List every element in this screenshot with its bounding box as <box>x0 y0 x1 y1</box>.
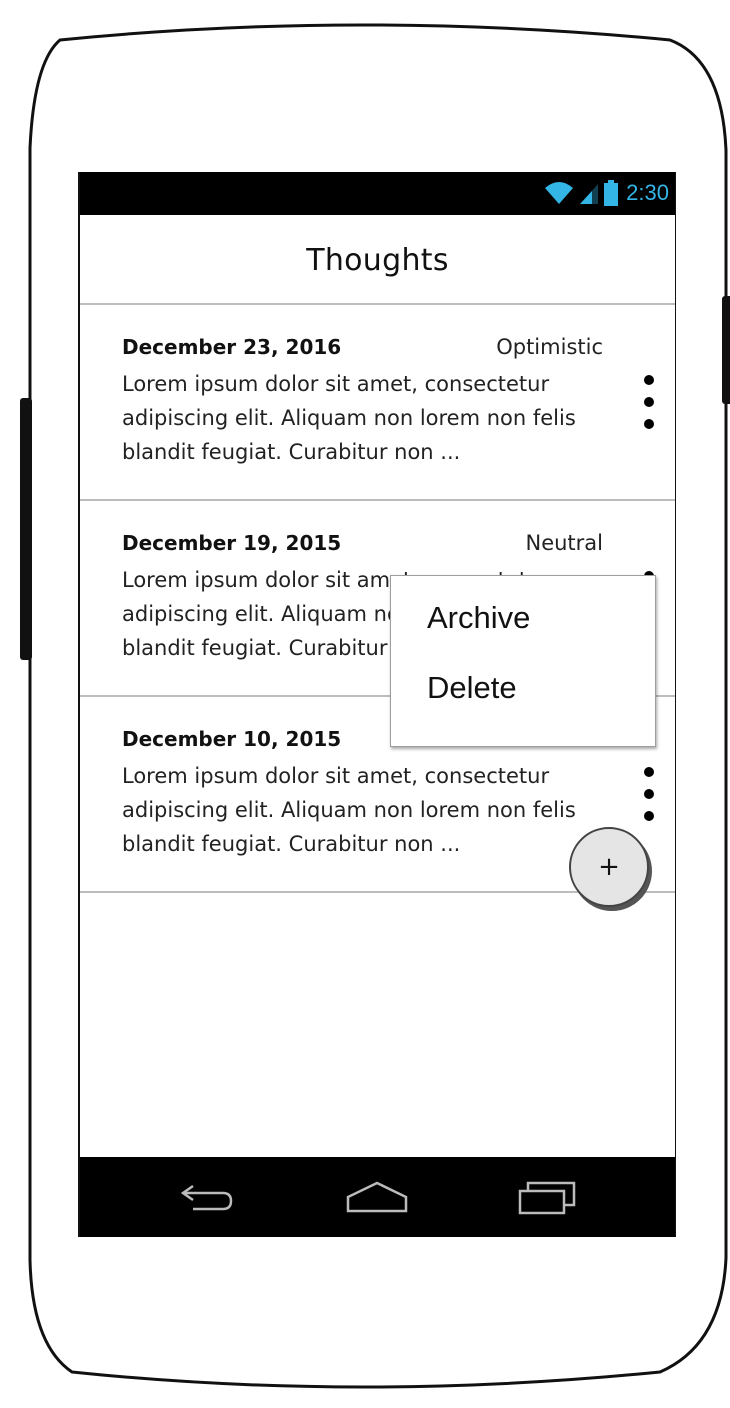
page-title: Thoughts <box>306 243 449 278</box>
power-button <box>722 296 730 404</box>
home-button[interactable] <box>342 1175 412 1219</box>
signal-icon <box>580 184 599 204</box>
entry-preview: Lorem ipsum dolor sit amet, consectetur … <box>122 372 576 464</box>
back-icon <box>180 1184 233 1211</box>
status-time: 2:30 <box>626 180 669 205</box>
list-item[interactable]: December 23, 2016 Optimistic Lorem ipsum… <box>80 305 675 501</box>
add-thought-button[interactable]: + <box>569 827 649 907</box>
phone-screen: 2:30 Thoughts December 23, 2016 Optimist… <box>78 172 676 1237</box>
entry-context-menu: Archive Delete <box>390 575 656 747</box>
volume-button <box>20 398 32 660</box>
entry-date: December 19, 2015 <box>122 531 342 555</box>
battery-icon <box>604 180 619 206</box>
recents-icon <box>518 1181 576 1215</box>
entry-mood: Optimistic <box>496 335 603 359</box>
entry-mood: Neutral <box>525 531 603 555</box>
entry-date: December 10, 2015 <box>122 727 342 751</box>
wifi-icon <box>545 182 574 204</box>
navigation-bar <box>80 1157 675 1237</box>
delete-menu-item[interactable]: Delete <box>427 670 517 706</box>
back-button[interactable] <box>172 1175 242 1219</box>
home-icon <box>346 1181 408 1213</box>
more-vertical-icon[interactable] <box>641 767 657 821</box>
recents-button[interactable] <box>512 1175 582 1219</box>
status-icons: 2:30 <box>544 178 669 208</box>
more-vertical-icon[interactable] <box>641 375 657 429</box>
entry-preview: Lorem ipsum dolor sit amet, consectetur … <box>122 764 576 856</box>
entry-date: December 23, 2016 <box>122 335 342 359</box>
app-bar: Thoughts <box>80 215 675 305</box>
status-bar: 2:30 <box>80 172 675 215</box>
archive-menu-item[interactable]: Archive <box>427 600 530 636</box>
